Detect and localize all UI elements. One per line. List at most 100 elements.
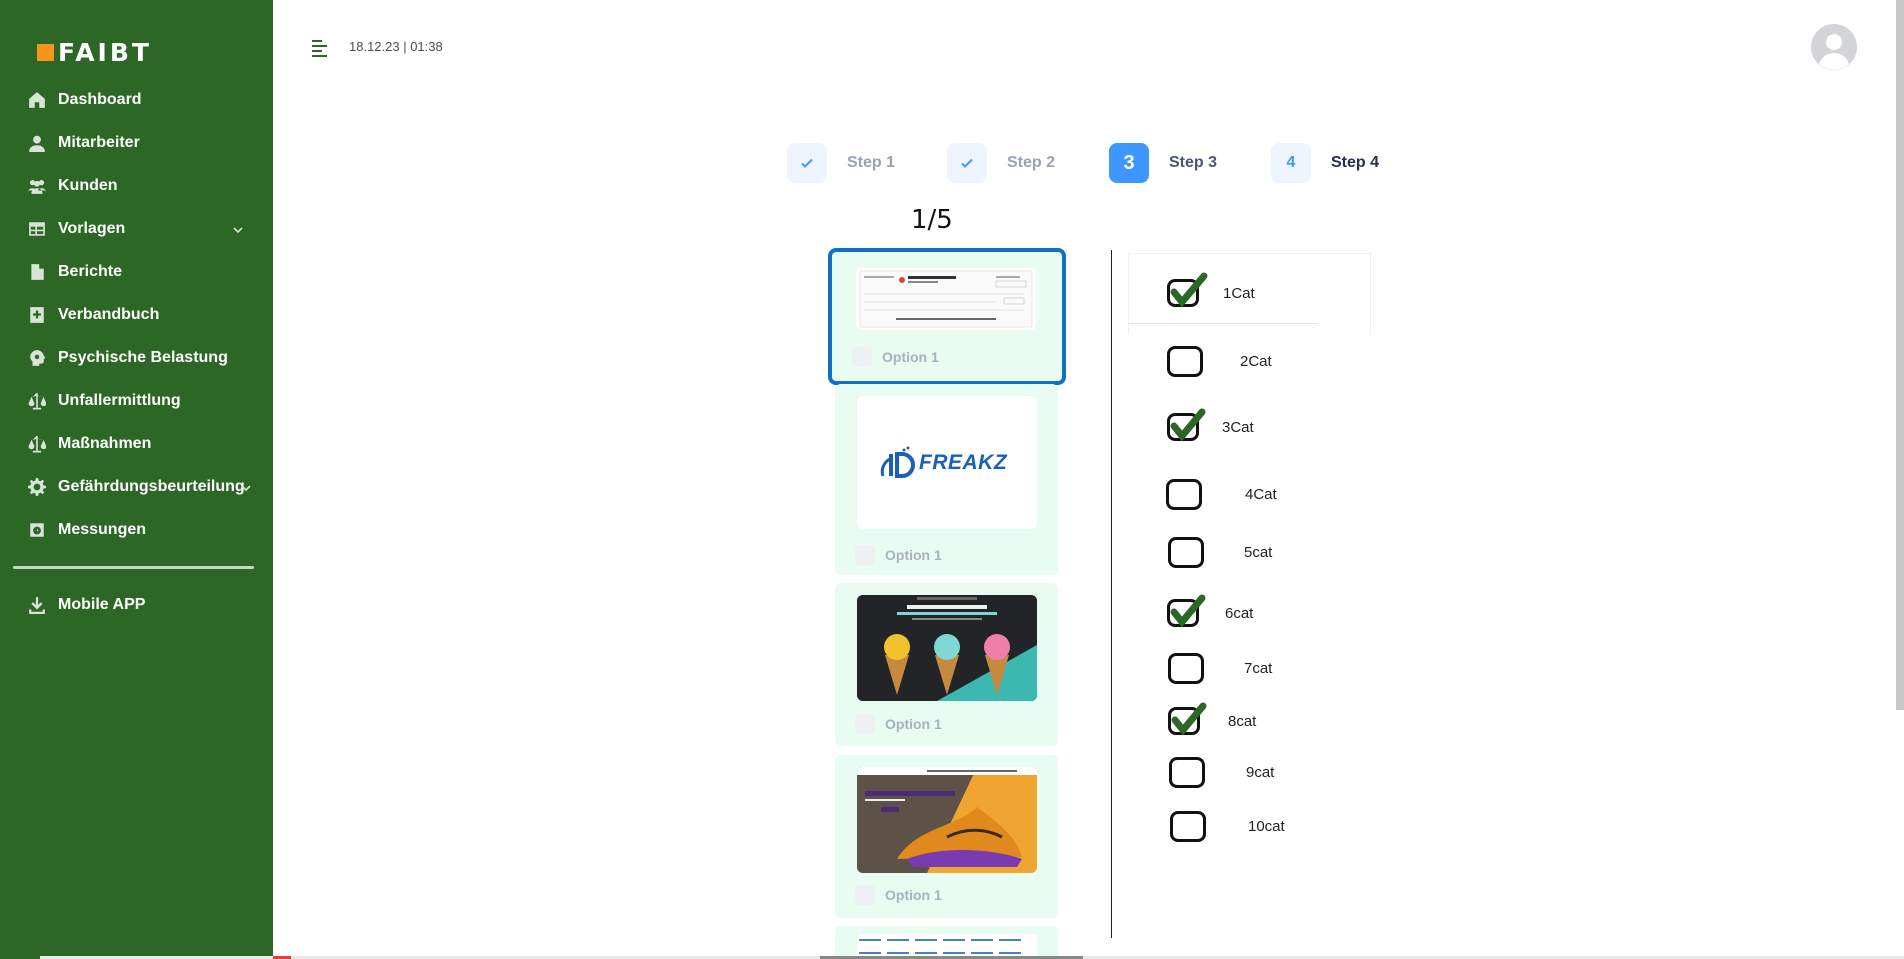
card-option-checkbox[interactable] bbox=[852, 347, 872, 367]
sidebar-item-label: Berichte bbox=[58, 262, 123, 280]
sidebar-item-label: Vorlagen bbox=[58, 219, 126, 237]
users-icon bbox=[28, 177, 46, 195]
category-label: 3Cat bbox=[1222, 418, 1254, 436]
measure-icon bbox=[28, 521, 46, 539]
category-item[interactable]: 8cat bbox=[1168, 702, 1256, 736]
category-checkbox[interactable] bbox=[1169, 757, 1205, 788]
vertical-scrollbar[interactable] bbox=[1896, 0, 1904, 710]
category-checkbox[interactable] bbox=[1167, 346, 1203, 377]
category-checkbox[interactable] bbox=[1167, 594, 1206, 628]
category-label: 10cat bbox=[1248, 818, 1285, 835]
sidebar-item-unfallermittlung[interactable]: Unfallermittlung bbox=[0, 379, 273, 422]
sidebar-item-berichte[interactable]: Berichte bbox=[0, 250, 273, 293]
category-checkbox[interactable] bbox=[1166, 479, 1202, 510]
sidebar: FAIBT Dashboard Mitarbeiter Kunden Vorla… bbox=[0, 0, 273, 959]
step-3-label: Step 3 bbox=[1169, 154, 1218, 171]
sidebar-item-verbandbuch[interactable]: Verbandbuch bbox=[0, 293, 273, 336]
chevron-down-icon[interactable] bbox=[233, 222, 243, 240]
sidebar-item-massnahmen[interactable]: Maßnahmen bbox=[0, 422, 273, 465]
sidebar-item-vorlagen[interactable]: Vorlagen bbox=[0, 207, 273, 250]
template-card-selected[interactable]: Option 1 bbox=[828, 248, 1066, 385]
category-checkbox[interactable] bbox=[1168, 537, 1204, 568]
step-2[interactable]: Step 2 bbox=[947, 143, 1055, 183]
sidebar-item-dashboard[interactable]: Dashboard bbox=[0, 78, 273, 121]
category-checkbox[interactable] bbox=[1170, 811, 1206, 842]
card-option-checkbox[interactable] bbox=[855, 885, 875, 905]
category-item[interactable]: 4Cat bbox=[1166, 479, 1277, 510]
category-highlight-rule bbox=[1128, 323, 1318, 324]
gear-alert-icon bbox=[28, 477, 46, 496]
sidebar-item-label: Verbandbuch bbox=[58, 305, 160, 323]
card-option-label: Option 1 bbox=[882, 349, 939, 365]
idfreakz-logo-text: FREAKZ bbox=[919, 451, 1008, 474]
category-checkbox[interactable] bbox=[1168, 702, 1207, 736]
card-option[interactable]: Option 1 bbox=[855, 714, 942, 734]
sidebar-nav: Dashboard Mitarbeiter Kunden Vorlagen Be… bbox=[0, 78, 273, 551]
menu-toggle-icon[interactable] bbox=[312, 40, 329, 57]
card-option[interactable]: Option 1 bbox=[855, 885, 942, 905]
sidebar-item-label: Messungen bbox=[58, 520, 147, 538]
header-datetime: 18.12.23 | 01:38 bbox=[349, 39, 443, 54]
step-4-label: Step 4 bbox=[1331, 154, 1380, 171]
template-card[interactable]: FREAKZ Option 1 bbox=[835, 384, 1058, 575]
step-1[interactable]: Step 1 bbox=[787, 143, 895, 183]
ice-cream-thumbnail bbox=[857, 595, 1037, 701]
avatar[interactable] bbox=[1811, 24, 1857, 70]
sidebar-item-mobile-app[interactable]: Mobile APP bbox=[0, 583, 273, 626]
category-checkbox[interactable] bbox=[1167, 408, 1206, 442]
scale-icon bbox=[28, 392, 46, 410]
sidebar-item-label: Mitarbeiter bbox=[58, 133, 140, 151]
download-icon bbox=[28, 596, 46, 614]
logo-square-icon bbox=[37, 43, 54, 61]
sidebar-item-label: Mobile APP bbox=[58, 595, 146, 613]
category-item[interactable]: 2Cat bbox=[1167, 346, 1272, 377]
card-option[interactable]: Option 1 bbox=[855, 545, 942, 565]
card-option-label: Option 1 bbox=[885, 716, 942, 732]
step-3[interactable]: 3 Step 3 bbox=[1109, 143, 1217, 183]
category-label: 9cat bbox=[1246, 764, 1275, 781]
category-item[interactable]: 10cat bbox=[1170, 811, 1285, 842]
card-option[interactable]: Option 1 bbox=[852, 347, 939, 367]
sidebar-item-psychische-belastung[interactable]: Psychische Belastung bbox=[0, 336, 273, 379]
checkmark-icon bbox=[1170, 408, 1206, 442]
sidebar-item-gefaehrdungsbeurteilung[interactable]: Gefährdungsbeurteilung bbox=[0, 465, 273, 508]
step-2-label: Step 2 bbox=[1007, 154, 1056, 171]
template-card[interactable] bbox=[835, 926, 1058, 959]
home-icon bbox=[28, 91, 46, 109]
idfreakz-logo-thumbnail: FREAKZ bbox=[857, 396, 1037, 529]
step-3-badge: 3 bbox=[1109, 143, 1149, 183]
card-option-label: Option 1 bbox=[885, 547, 942, 563]
brand-logo[interactable]: FAIBT bbox=[37, 38, 152, 67]
content-divider bbox=[1111, 250, 1112, 938]
category-item[interactable]: 7cat bbox=[1168, 653, 1272, 684]
brain-icon bbox=[28, 349, 46, 367]
sidebar-item-label: Psychische Belastung bbox=[58, 348, 228, 366]
sidebar-item-messungen[interactable]: Messungen bbox=[0, 508, 273, 551]
category-item[interactable]: 3Cat bbox=[1167, 408, 1254, 442]
step-2-badge bbox=[947, 143, 987, 183]
template-card[interactable]: Option 1 bbox=[835, 755, 1058, 918]
sidebar-item-kunden[interactable]: Kunden bbox=[0, 164, 273, 207]
category-label: 2Cat bbox=[1240, 353, 1272, 370]
category-item[interactable]: 1Cat bbox=[1167, 272, 1255, 308]
sneaker-thumbnail bbox=[857, 767, 1037, 873]
category-checkbox[interactable] bbox=[1168, 653, 1204, 684]
checkmark-icon bbox=[1170, 594, 1206, 628]
user-avatar-icon bbox=[1811, 24, 1857, 70]
category-label: 5cat bbox=[1244, 544, 1273, 561]
template-card[interactable]: Option 1 bbox=[835, 583, 1058, 746]
chevron-down-icon[interactable] bbox=[241, 480, 251, 498]
step-4[interactable]: 4 Step 4 bbox=[1271, 143, 1379, 183]
card-option-checkbox[interactable] bbox=[855, 545, 875, 565]
step-1-label: Step 1 bbox=[847, 154, 896, 171]
page-counter: 1/5 bbox=[911, 205, 953, 235]
sidebar-item-label: Maßnahmen bbox=[58, 434, 152, 452]
sidebar-item-mitarbeiter[interactable]: Mitarbeiter bbox=[0, 121, 273, 164]
category-item[interactable]: 9cat bbox=[1169, 757, 1274, 788]
card-option-checkbox[interactable] bbox=[855, 714, 875, 734]
category-label: 1Cat bbox=[1223, 284, 1255, 302]
category-item[interactable]: 5cat bbox=[1168, 537, 1272, 568]
category-item[interactable]: 6cat bbox=[1167, 594, 1253, 628]
category-checkbox[interactable] bbox=[1167, 272, 1208, 308]
sidebar-item-label: Unfallermittlung bbox=[58, 391, 181, 409]
